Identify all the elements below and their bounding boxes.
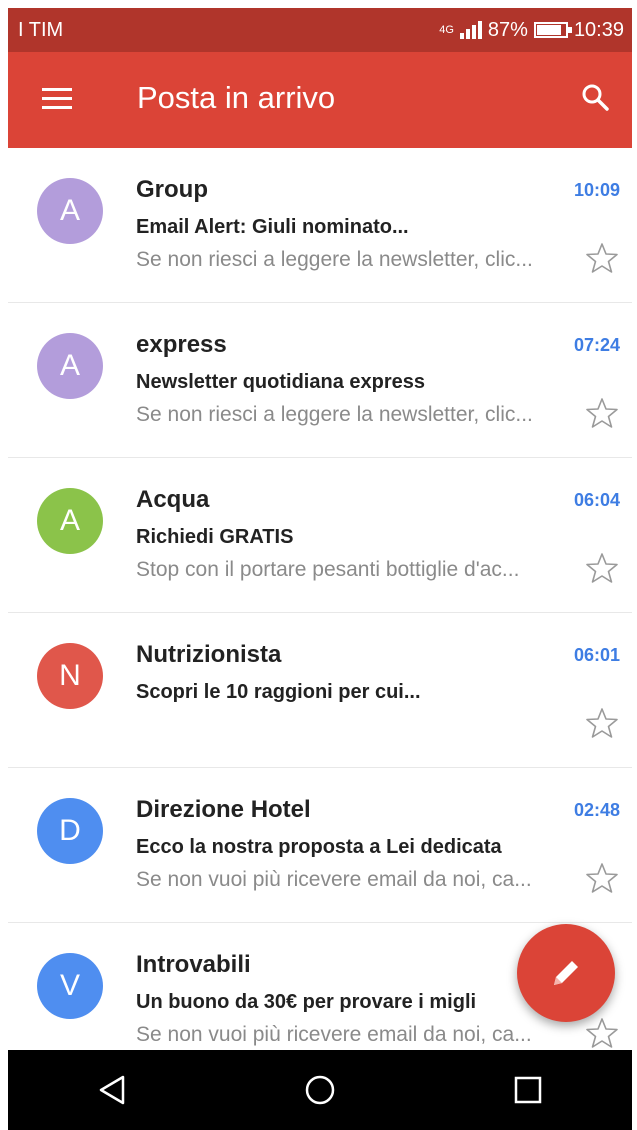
star-outline-icon[interactable]	[586, 862, 618, 894]
email-subject: Newsletter quotidiana express	[136, 371, 425, 393]
sender-name: Nutrizionista	[136, 641, 282, 668]
app-bar: Posta in arrivo	[8, 52, 632, 148]
avatar[interactable]: A	[37, 333, 103, 399]
compose-button[interactable]	[517, 924, 615, 1022]
sender-name: express	[136, 331, 227, 358]
sender-name: Group	[136, 176, 208, 203]
back-triangle-icon	[99, 1075, 125, 1105]
email-time: 07:24	[573, 335, 620, 355]
status-indicators: 4G 87% 10:39	[439, 19, 624, 42]
avatar[interactable]: D	[37, 798, 103, 864]
page-title: Posta in arrivo	[137, 80, 336, 115]
signal-icon	[459, 21, 482, 39]
battery-fill	[536, 25, 562, 35]
pencil-icon	[554, 961, 578, 985]
recents-square-icon	[514, 1076, 542, 1104]
home-button[interactable]	[290, 1060, 350, 1120]
email-row[interactable]: N Nutrizionista 06:01 Scopri le 10 raggioni…	[8, 613, 632, 768]
avatar[interactable]: A	[37, 178, 103, 244]
carrier-label: I TIM	[18, 18, 64, 41]
email-snippet: Stop con il portare pesanti bottiglie d'…	[136, 558, 520, 581]
email-time: 06:04	[573, 490, 620, 510]
star-outline-icon[interactable]	[586, 397, 618, 429]
avatar[interactable]: A	[37, 488, 103, 554]
email-subject: Email Alert: Giuli nominato...	[136, 216, 409, 238]
clock: 10:39	[573, 18, 624, 41]
email-snippet: Se non riesci a leggere la newsletter, c…	[136, 248, 533, 271]
email-snippet: Se non vuoi più ricevere email da noi, c…	[136, 1023, 532, 1046]
email-row[interactable]: Aexpress 07:24 Newsletter quotidiana expre…	[8, 303, 632, 458]
network-type: 4G	[439, 24, 454, 36]
status-bar: I TIM 4G 87% 10:39	[8, 8, 632, 52]
star-outline-icon[interactable]	[586, 707, 618, 739]
email-row[interactable]: A Acqua 06:04 Richiedi GRATIS Stop con il po…	[8, 458, 632, 613]
avatar[interactable]: V	[37, 953, 103, 1019]
email-subject: Richiedi GRATIS	[136, 526, 294, 548]
email-subject: Scopri le 10 raggioni per cui...	[136, 681, 421, 703]
email-row[interactable]: A Group 10:09 Email Alert: Giuli nominato..…	[8, 148, 632, 303]
sender-name: Introvabili	[136, 951, 251, 978]
email-row[interactable]: D Direzione Hotel 02:48 Ecco la nostra prop…	[8, 768, 632, 923]
recents-button[interactable]	[498, 1060, 558, 1120]
star-outline-icon[interactable]	[586, 242, 618, 274]
email-time: 06:01	[573, 645, 620, 665]
email-subject: Un buono da 30€ per provare i migli	[136, 991, 477, 1013]
back-button[interactable]	[82, 1060, 142, 1120]
email-list: A Group 10:09 Email Alert: Giuli nominato..…	[8, 148, 632, 1050]
avatar[interactable]: N	[37, 643, 103, 709]
sender-name: Direzione Hotel	[136, 796, 311, 823]
sender-name: Acqua	[136, 486, 210, 513]
battery-icon	[533, 22, 572, 38]
star-outline-icon[interactable]	[586, 552, 618, 584]
search-icon[interactable]	[580, 82, 610, 112]
email-snippet: Se non riesci a leggere la newsletter, c…	[136, 403, 533, 426]
star-outline-icon[interactable]	[586, 1017, 618, 1049]
home-circle-icon	[305, 1075, 335, 1105]
email-subject: Ecco la nostra proposta a Lei dedicata	[136, 836, 502, 858]
email-time: 02:48	[573, 800, 620, 820]
email-time: 10:09	[573, 180, 620, 200]
battery-percent: 87%	[487, 18, 528, 41]
email-snippet: Se non vuoi più ricevere email da noi, c…	[136, 868, 532, 891]
system-nav-bar	[8, 1050, 632, 1130]
menu-icon[interactable]	[42, 88, 72, 110]
